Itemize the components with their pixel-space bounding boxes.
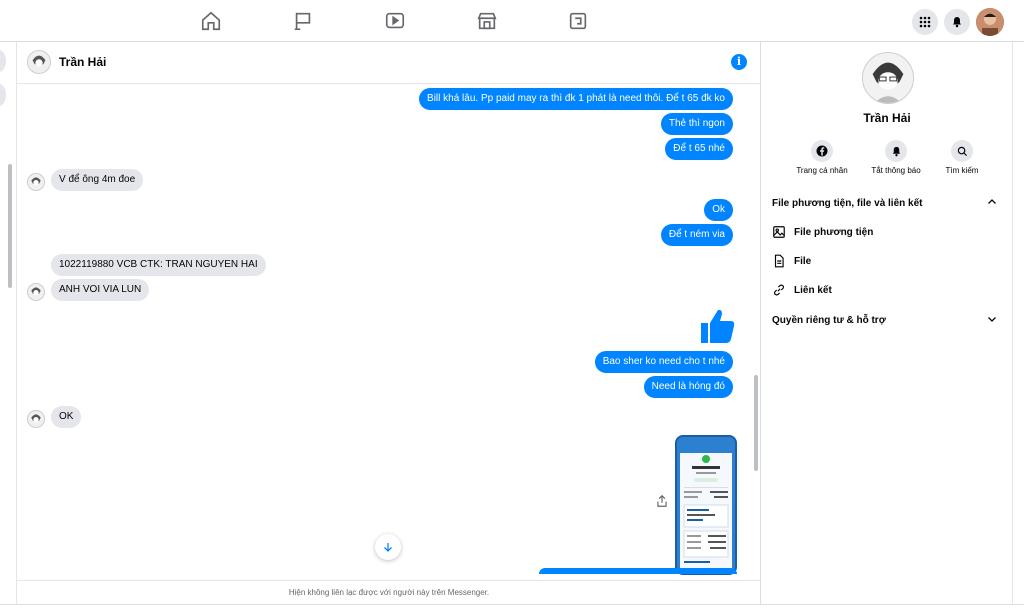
- sidebar-scrollbar[interactable]: [8, 164, 12, 288]
- contact-avatar-small: [27, 173, 45, 191]
- bell-icon[interactable]: [885, 140, 907, 162]
- contact-name-large: Trần Hải: [863, 111, 911, 125]
- image-attachment-screenshot[interactable]: [675, 435, 737, 575]
- pages-flag-icon[interactable]: [292, 10, 314, 32]
- message-incoming[interactable]: OK: [51, 406, 82, 428]
- left-sidebar-edge: [0, 42, 16, 613]
- message-incoming[interactable]: ANH VOI VIA LUN: [51, 279, 150, 301]
- message-outgoing-partial[interactable]: [539, 568, 737, 574]
- info-icon[interactable]: i: [731, 54, 747, 70]
- notifications-bell-icon[interactable]: [944, 9, 970, 35]
- conversation-details-panel: Trần Hải Trang cá nhân Tắt thông báo Tìm…: [762, 42, 1012, 604]
- contact-profile-picture[interactable]: [862, 52, 914, 104]
- taskbar-edge: [0, 604, 1024, 613]
- message-incoming[interactable]: V để ông 4m đoe: [51, 169, 144, 191]
- share-icon[interactable]: [655, 494, 669, 508]
- page-right-edge: [1012, 42, 1024, 604]
- chat-scrollbar[interactable]: [754, 375, 758, 471]
- section-privacy-support[interactable]: Quyền riêng tư & hỗ trợ: [772, 309, 1004, 331]
- marketplace-icon[interactable]: [476, 10, 498, 32]
- unavailable-notice: Hiện không liên lạc được với người này t…: [17, 580, 761, 604]
- account-avatar[interactable]: [976, 8, 1004, 36]
- search-action[interactable]: Tìm kiếm: [927, 140, 997, 175]
- mute-action[interactable]: Tắt thông báo: [861, 140, 931, 175]
- message-outgoing[interactable]: Để t ném via: [660, 224, 733, 246]
- chat-header: Trần Hải i: [17, 42, 761, 84]
- section-media-files-links[interactable]: File phương tiện, file và liên kết: [772, 192, 1004, 214]
- message-outgoing[interactable]: Bill khá lâu. Pp paid may ra thì đk 1 ph…: [419, 88, 733, 110]
- contact-avatar-small: [27, 410, 45, 428]
- contact-avatar[interactable]: [27, 50, 51, 74]
- top-navigation-bar: [0, 0, 1024, 42]
- scroll-to-bottom-button[interactable]: [375, 534, 401, 560]
- search-icon[interactable]: [951, 140, 973, 162]
- message-outgoing[interactable]: Ok: [704, 199, 733, 221]
- files-item[interactable]: File: [772, 250, 1004, 272]
- section-title: File phương tiện, file và liên kết: [772, 197, 923, 209]
- media-item-label: File: [794, 255, 812, 267]
- media-icon: [773, 226, 785, 238]
- home-icon[interactable]: [200, 10, 222, 32]
- action-label: Tìm kiếm: [945, 166, 979, 175]
- arrow-down-icon: [384, 543, 392, 552]
- message-outgoing[interactable]: Bao sher ko need cho t nhé: [594, 351, 733, 373]
- message-outgoing[interactable]: Need là hóng đó: [643, 376, 733, 398]
- media-files-item[interactable]: File phương tiện: [772, 221, 1004, 243]
- gaming-icon[interactable]: [567, 10, 589, 32]
- message-outgoing[interactable]: Để t 65 nhé: [665, 138, 733, 160]
- chevron-down-icon: [988, 317, 996, 322]
- links-item[interactable]: Liên kết: [772, 279, 1004, 301]
- facebook-icon[interactable]: [811, 140, 833, 162]
- media-item-label: File phương tiện: [794, 226, 874, 238]
- sidebar-collapsed-item[interactable]: [0, 84, 6, 106]
- section-title: Quyền riêng tư & hỗ trợ: [772, 314, 886, 326]
- thumbs-up-icon[interactable]: [697, 306, 737, 346]
- chevron-up-icon: [988, 199, 996, 204]
- contact-avatar-small: [27, 283, 45, 301]
- contact-name[interactable]: Trần Hải: [59, 55, 106, 69]
- link-icon: [773, 284, 785, 296]
- chat-window: Trần Hải i Bill khá lâu. Pp paid may ra …: [16, 42, 761, 604]
- media-item-label: Liên kết: [794, 284, 832, 296]
- phone-screen-image: [680, 453, 732, 571]
- menu-grid-icon[interactable]: [912, 9, 938, 35]
- profile-action[interactable]: Trang cá nhân: [787, 140, 857, 175]
- action-label: Tắt thông báo: [871, 166, 921, 175]
- message-incoming[interactable]: 1022119880 VCB CTK: TRAN NGUYEN HAI: [51, 254, 266, 276]
- action-label: Trang cá nhân: [796, 166, 848, 175]
- sidebar-collapsed-item[interactable]: [0, 50, 6, 72]
- file-icon: [774, 254, 784, 268]
- message-outgoing[interactable]: Thẻ thì ngon: [660, 113, 733, 135]
- watch-video-icon[interactable]: [384, 10, 406, 32]
